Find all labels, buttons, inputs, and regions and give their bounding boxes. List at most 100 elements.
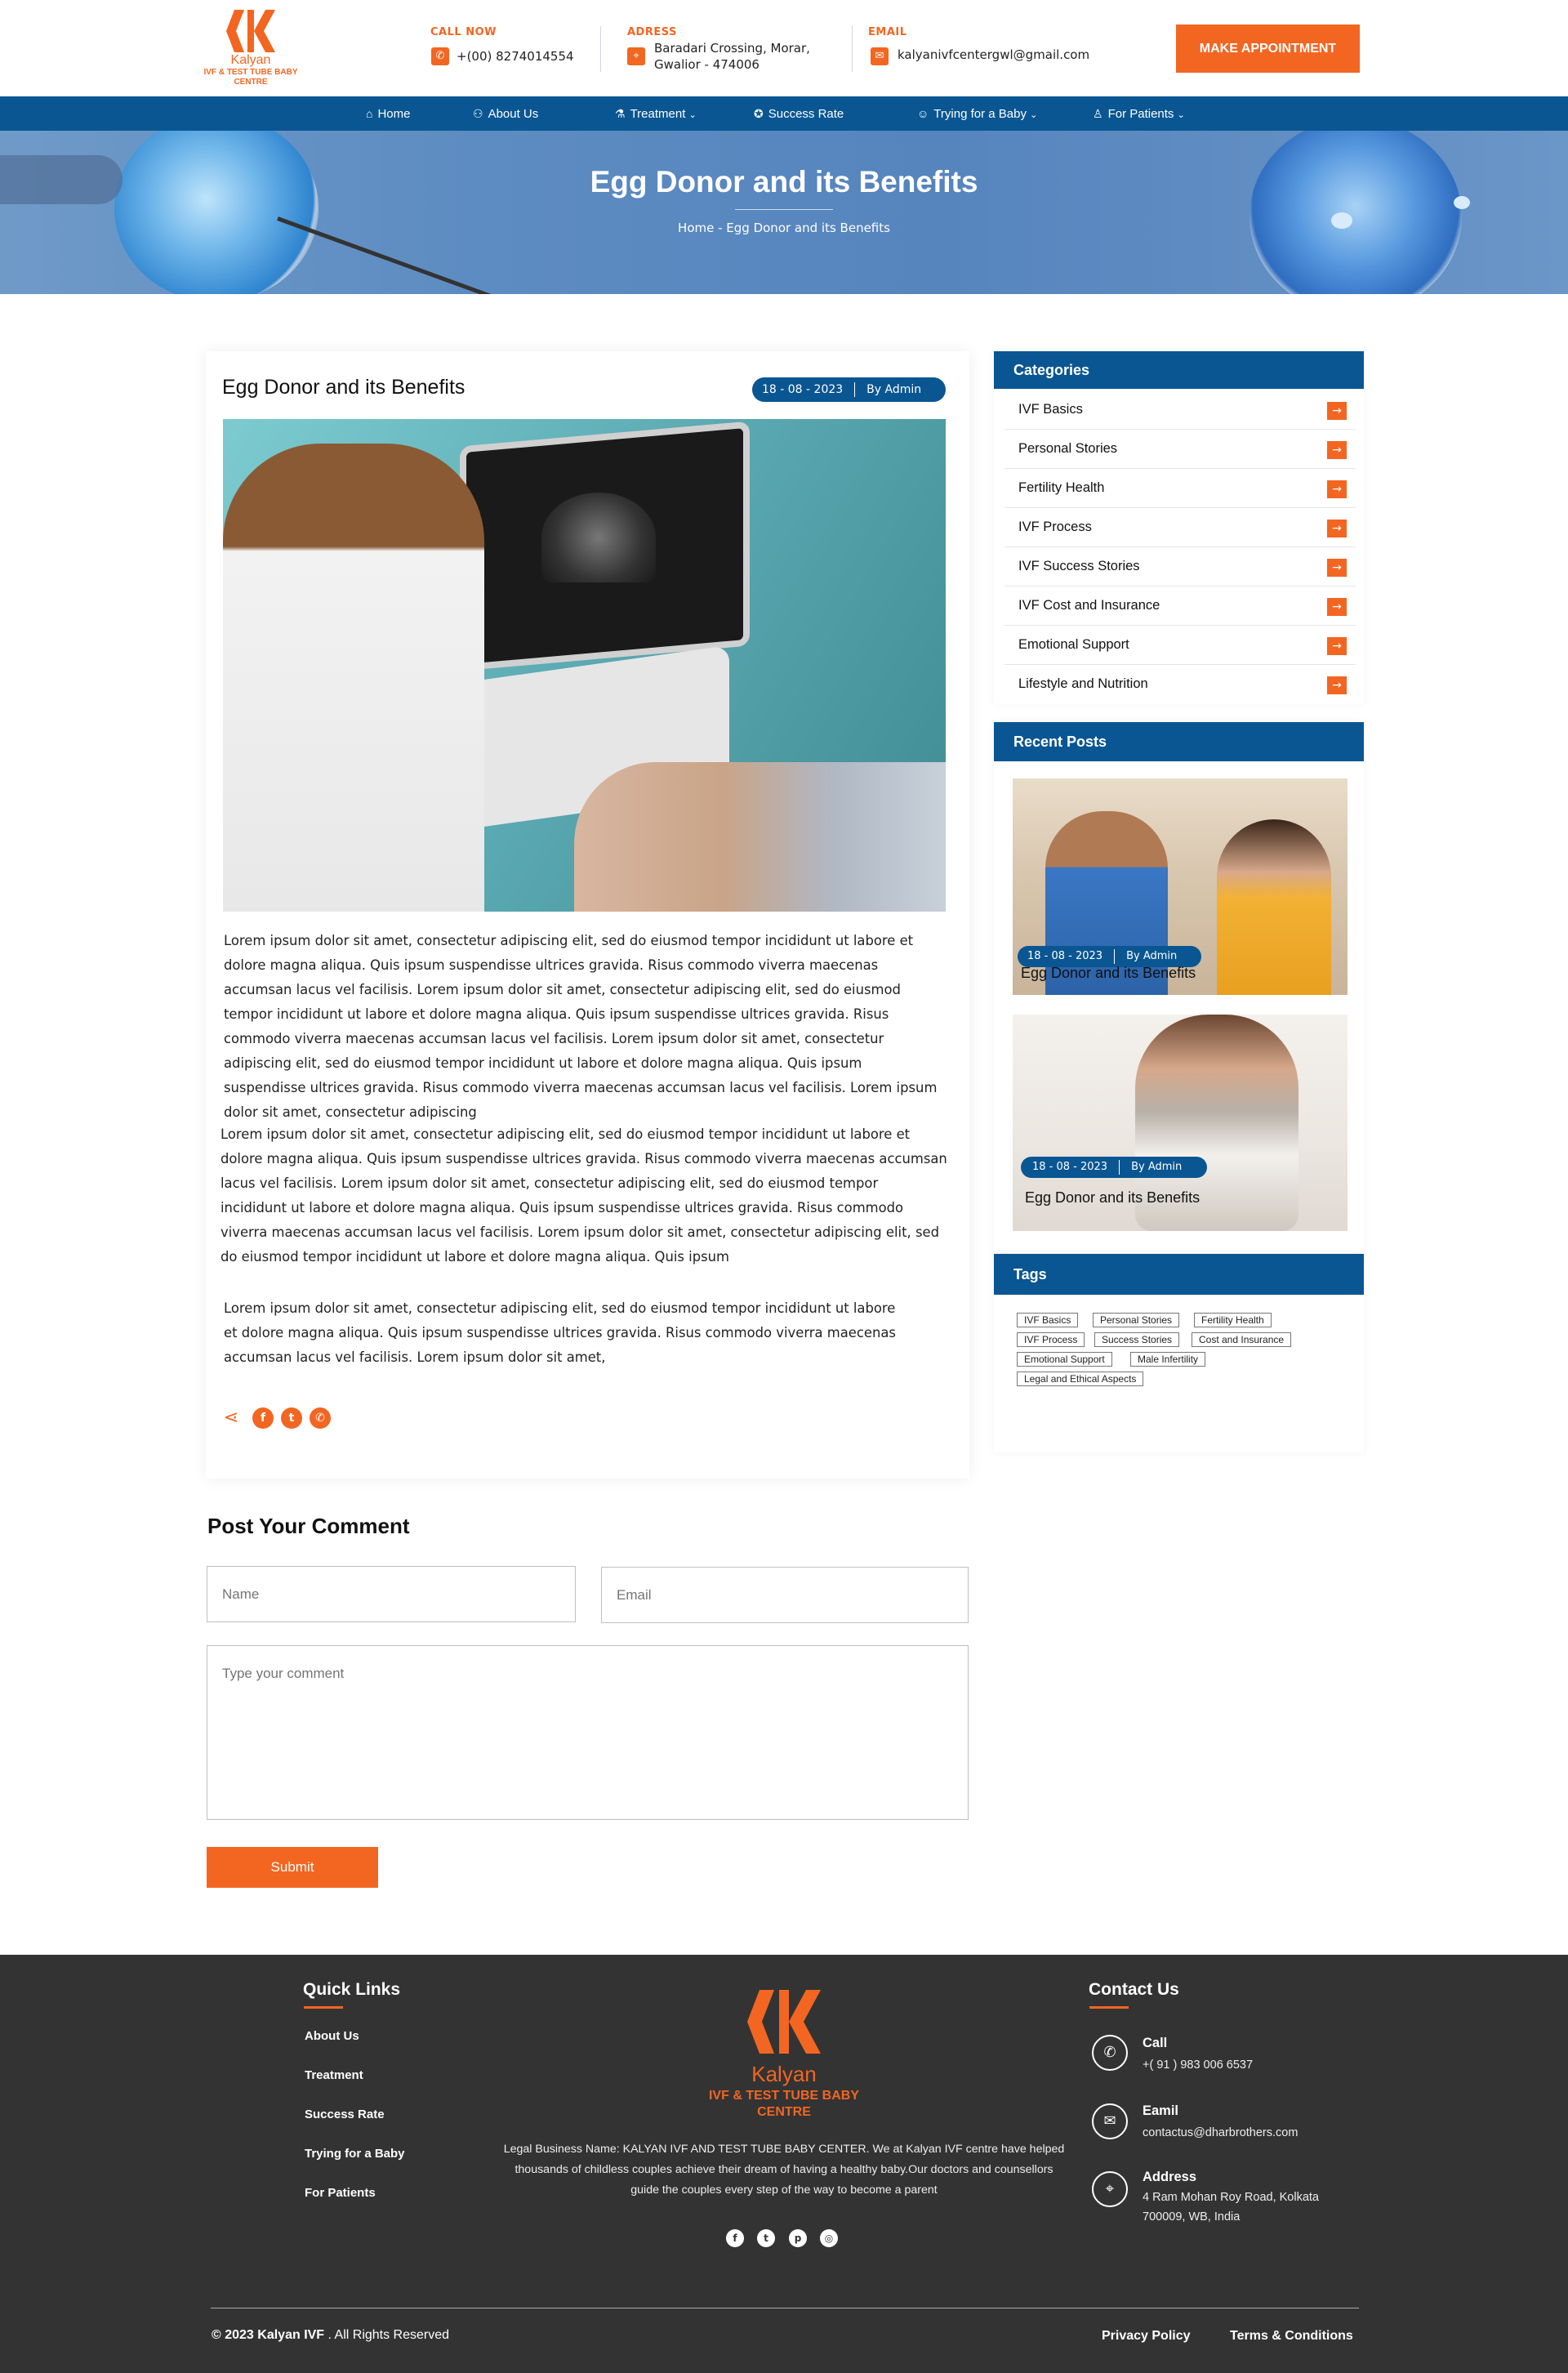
recent-post-card[interactable]: 18 - 08 - 2023 By Admin Egg Donor and its… — [1013, 778, 1348, 995]
contact-heading: Contact Us — [1089, 1980, 1179, 1999]
category-label: IVF Process — [1018, 520, 1092, 534]
recent-post-author: By Admin — [1131, 1161, 1183, 1173]
recent-post-card[interactable]: 18 - 08 - 2023 By Admin Egg Donor and its… — [1013, 1015, 1348, 1231]
whatsapp-icon[interactable]: ✆ — [310, 1407, 331, 1429]
recent-posts-heading: Recent Posts — [994, 722, 1364, 761]
category-item[interactable]: IVF Basics → — [1004, 390, 1356, 430]
twitter-icon[interactable]: t — [281, 1407, 302, 1429]
page-banner: Egg Donor and its Benefits Home - Egg Do… — [0, 131, 1568, 294]
nav-item-home[interactable]: ⌂ Home — [366, 96, 410, 131]
footer-link-trying-for-a-baby[interactable]: Trying for a Baby — [305, 2147, 405, 2161]
nav-label: Success Rate — [768, 107, 844, 121]
article-paragraph: Lorem ipsum dolor sit amet, consectetur … — [220, 1126, 947, 1265]
category-item[interactable]: IVF Success Stories → — [1004, 547, 1356, 587]
nav-item-treatment[interactable]: ⚗ Treatment ⌄ — [615, 96, 697, 131]
category-item[interactable]: Emotional Support → — [1004, 626, 1356, 665]
footer-about-text: Legal Business Name: KALYAN IVF AND TEST… — [503, 2143, 1065, 2197]
comment-textarea[interactable] — [207, 1645, 969, 1820]
contact-call-value[interactable]: +( 91 ) 983 006 6537 — [1143, 2055, 1355, 2075]
tag-item[interactable]: Cost and Insurance — [1192, 1332, 1292, 1347]
tag-item[interactable]: Male Infertility — [1130, 1352, 1206, 1367]
contact-address-value: 4 Ram Mohan Roy Road, Kolkata 700009, WB… — [1143, 2191, 1319, 2224]
article-card: Egg Donor and its Benefits 18 - 08 - 202… — [206, 351, 969, 1479]
pinterest-icon[interactable]: p — [789, 2229, 807, 2247]
heading-underline — [304, 2006, 343, 2009]
category-label: Lifestyle and Nutrition — [1018, 676, 1148, 691]
comment-heading: Post Your Comment — [207, 1514, 410, 1538]
instagram-icon[interactable]: ◎ — [820, 2229, 838, 2247]
arrow-right-icon: → — [1327, 598, 1347, 616]
footer-logo-name: Kalyan — [751, 2062, 817, 2086]
nav-label: Trying for a Baby — [933, 107, 1027, 121]
call-label: CALL NOW — [430, 26, 497, 38]
recent-post-author: By Admin — [1126, 950, 1178, 962]
footer-link-about-us[interactable]: About Us — [305, 2029, 359, 2043]
banner-egg-cell-image — [114, 131, 318, 294]
microscope-icon: ⚗ — [615, 107, 626, 120]
baby-icon: ☺ — [917, 107, 929, 120]
image-patient — [574, 762, 946, 912]
footer-logo[interactable]: Kalyan IVF & TEST TUBE BABY CENTRE — [698, 1985, 870, 2124]
category-item[interactable]: Lifestyle and Nutrition → — [1004, 665, 1356, 704]
category-item[interactable]: IVF Process → — [1004, 508, 1356, 547]
contact-address-title: Address — [1143, 2170, 1197, 2184]
terms-link[interactable]: Terms & Conditions — [1230, 2329, 1353, 2344]
category-item[interactable]: Personal Stories → — [1004, 430, 1356, 469]
tag-item[interactable]: IVF Process — [1017, 1332, 1085, 1347]
nav-item-success-rate[interactable]: ✪ Success Rate — [754, 96, 844, 131]
facebook-icon[interactable]: f — [252, 1407, 274, 1429]
category-label: Fertility Health — [1018, 480, 1105, 495]
breadcrumb[interactable]: Home - Egg Donor and its Benefits — [0, 221, 1568, 235]
submit-button[interactable]: Submit — [207, 1847, 378, 1888]
tag-item[interactable]: Personal Stories — [1093, 1313, 1180, 1327]
mail-icon: ✉ — [1092, 2103, 1128, 2139]
call-value[interactable]: +(00) 8274014554 — [457, 48, 574, 65]
nav-item-for-patients[interactable]: ♙ For Patients ⌄ — [1093, 96, 1185, 131]
twitter-icon[interactable]: t — [757, 2229, 775, 2247]
recent-post-title[interactable]: Egg Donor and its Benefits — [1025, 1189, 1200, 1207]
facebook-icon[interactable]: f — [726, 2229, 744, 2247]
logo-mark-icon — [747, 1990, 821, 2054]
contact-email-value[interactable]: contactus@dharbrothers.com — [1143, 2123, 1355, 2143]
recent-post-date: 18 - 08 - 2023 — [1027, 950, 1103, 962]
email-input[interactable] — [601, 1567, 969, 1623]
tag-item[interactable]: Success Stories — [1094, 1332, 1180, 1347]
tag-item[interactable]: Emotional Support — [1017, 1352, 1112, 1367]
name-input[interactable] — [207, 1566, 576, 1622]
arrow-right-icon: → — [1327, 559, 1347, 577]
share-icon[interactable]: ⋖ — [220, 1407, 242, 1429]
contact-email-title: Eamil — [1143, 2103, 1179, 2118]
category-label: IVF Success Stories — [1018, 559, 1140, 573]
article-image — [223, 419, 946, 912]
category-label: IVF Cost and Insurance — [1018, 598, 1160, 613]
arrow-right-icon: → — [1327, 402, 1347, 420]
footer-link-treatment[interactable]: Treatment — [305, 2068, 363, 2082]
arrow-right-icon: → — [1327, 520, 1347, 537]
site-logo[interactable]: Kalyan IVF & TEST TUBE BABY CENTRE — [203, 8, 299, 90]
tag-item[interactable]: Fertility Health — [1194, 1313, 1272, 1327]
quick-links-heading: Quick Links — [303, 1980, 401, 1999]
make-appointment-button[interactable]: MAKE APPOINTMENT — [1176, 25, 1360, 73]
logo-subtitle: IVF & TEST TUBE BABY CENTRE — [203, 68, 298, 87]
tags-heading: Tags — [994, 1254, 1364, 1295]
meta-divider — [1119, 1159, 1120, 1175]
recent-post-date: 18 - 08 - 2023 — [1032, 1161, 1108, 1173]
category-label: Personal Stories — [1018, 441, 1118, 456]
recent-post-meta: 18 - 08 - 2023 By Admin — [1021, 1157, 1207, 1178]
nav-label: For Patients — [1107, 107, 1174, 121]
footer-link-for-patients[interactable]: For Patients — [305, 2186, 376, 2200]
footer-link-success-rate[interactable]: Success Rate — [305, 2108, 385, 2121]
category-item[interactable]: Fertility Health → — [1004, 469, 1356, 508]
recent-post-title[interactable]: Egg Donor and its Benefits — [1021, 965, 1196, 982]
contact-call-title: Call — [1143, 2036, 1168, 2050]
email-value[interactable]: kalyanivfcentergwl@gmail.com — [898, 47, 1089, 64]
nav-item-trying-for-a-baby[interactable]: ☺ Trying for a Baby ⌄ — [917, 96, 1037, 131]
address-line2: Gwalior - 474006 — [654, 57, 760, 72]
tag-item[interactable]: Legal and Ethical Aspects — [1017, 1372, 1144, 1386]
category-item[interactable]: IVF Cost and Insurance → — [1004, 587, 1356, 626]
tag-item[interactable]: IVF Basics — [1017, 1313, 1079, 1327]
article-date: 18 - 08 - 2023 — [762, 383, 844, 396]
privacy-policy-link[interactable]: Privacy Policy — [1102, 2329, 1191, 2344]
image-doctor — [223, 444, 484, 912]
nav-item-about-us[interactable]: ⚇ About Us — [473, 96, 538, 131]
